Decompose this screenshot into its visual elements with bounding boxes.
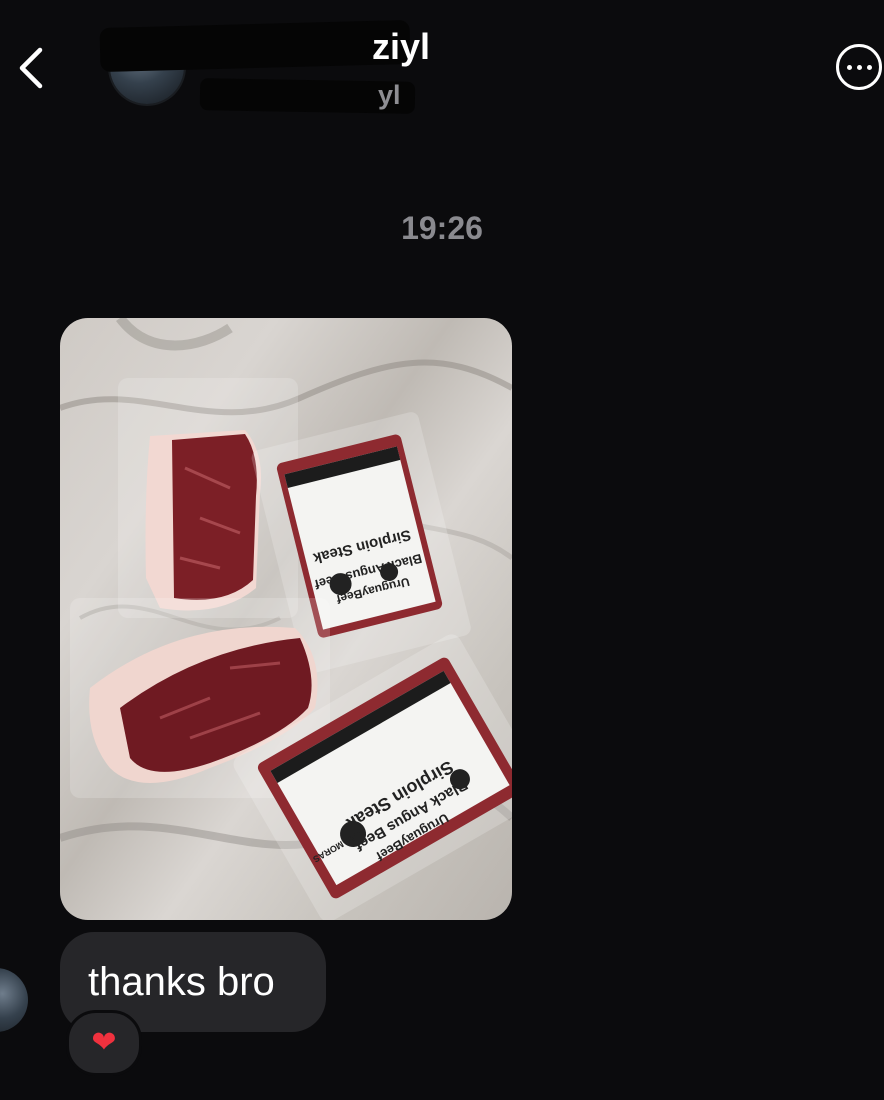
shared-photo[interactable]: Sirploin Steak Black Angus Beef UruguayB… — [60, 318, 512, 920]
more-horizontal-icon — [856, 64, 862, 70]
more-horizontal-icon — [846, 64, 852, 70]
steaks-photo: Sirploin Steak Black Angus Beef UruguayB… — [60, 318, 512, 920]
back-button[interactable] — [8, 40, 52, 96]
more-options-button[interactable] — [836, 44, 882, 90]
chat-header: ziyl yl — [0, 0, 884, 140]
redaction-mark — [99, 19, 411, 73]
sender-avatar[interactable] — [0, 968, 28, 1032]
heart-icon: ❤ — [91, 1026, 117, 1059]
heart-reaction[interactable]: ❤ — [66, 1010, 142, 1076]
message-timestamp: 19:26 — [401, 210, 483, 246]
contact-name[interactable]: ziyl — [372, 26, 430, 68]
chevron-left-icon — [19, 47, 43, 89]
more-horizontal-icon — [866, 64, 872, 70]
contact-username: yl — [378, 80, 401, 110]
message-text: thanks bro — [88, 959, 275, 1004]
